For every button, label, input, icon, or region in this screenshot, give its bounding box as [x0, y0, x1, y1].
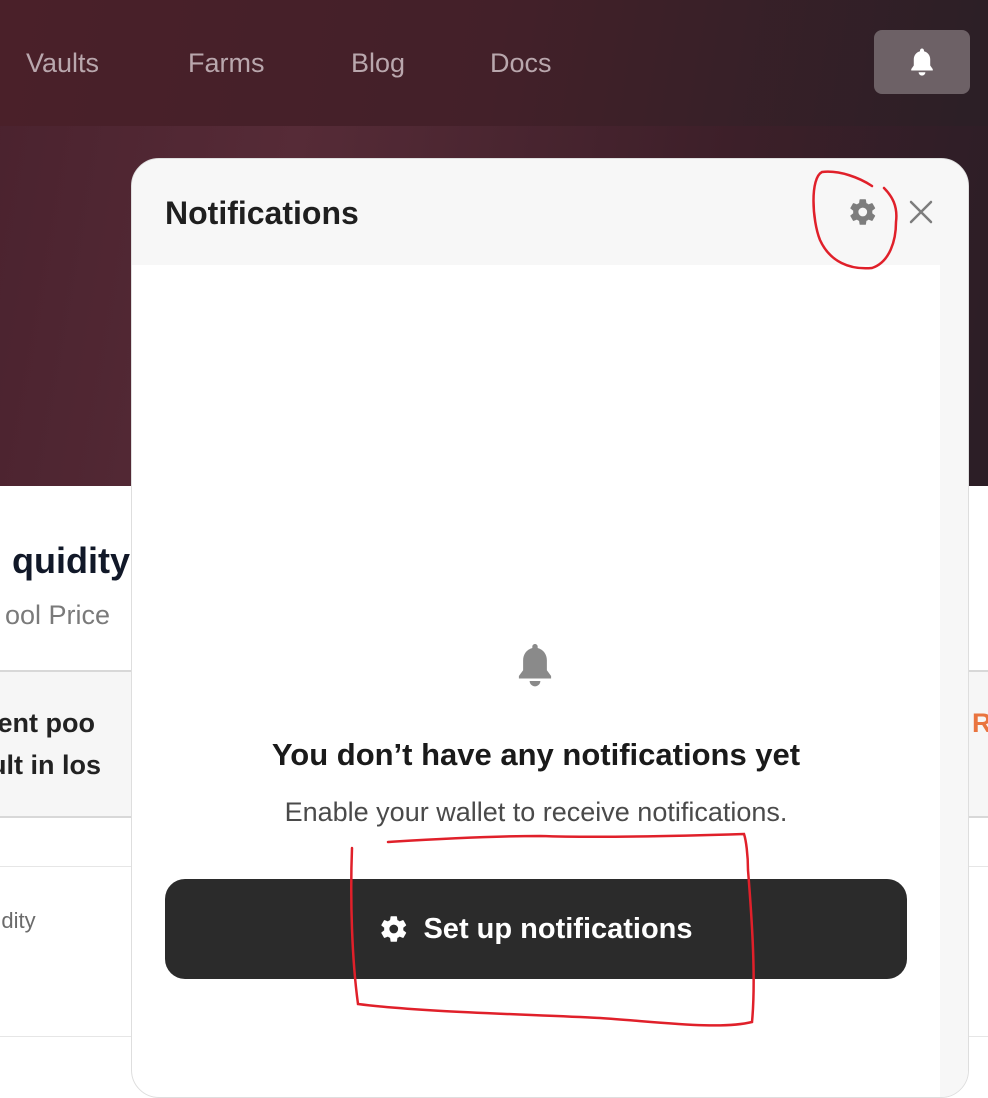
nav-link-vaults[interactable]: Vaults — [26, 46, 99, 80]
bell-icon — [518, 643, 552, 687]
section-title: quidity — [12, 540, 130, 581]
panel-header: Notifications — [132, 159, 968, 265]
empty-state-subtitle: Enable your wallet to receive notificati… — [284, 797, 788, 827]
nav-link-blog[interactable]: Blog — [351, 46, 405, 80]
bell-icon — [911, 48, 933, 76]
warning-text-line-2: esult in los — [0, 750, 102, 780]
empty-state-title: You don’t have any notifications yet — [271, 737, 801, 772]
panel-scrollbar-track[interactable] — [940, 265, 968, 1097]
notifications-panel: Notifications You don’t have any notific… — [131, 158, 969, 1098]
nav-link-docs[interactable]: Docs — [490, 46, 552, 80]
notifications-bell-button[interactable] — [874, 30, 970, 94]
stat-value: 0 — [0, 942, 132, 987]
warning-right-text: R — [972, 708, 988, 738]
panel-title: Notifications — [165, 195, 359, 231]
setup-notifications-label: Set up notifications — [423, 912, 693, 945]
warning-text-line-1: urrent poo — [0, 708, 95, 738]
gear-icon[interactable] — [848, 197, 878, 227]
nav-link-farms[interactable]: Farms — [188, 46, 265, 80]
setup-notifications-button[interactable]: Set up notifications — [165, 879, 907, 979]
section-subtitle: ool Price — [4, 600, 110, 630]
top-navigation-bar: Vaults Farms Blog Docs — [0, 0, 988, 126]
close-icon[interactable] — [906, 197, 936, 227]
stat-label: quidity — [0, 908, 36, 933]
gear-icon — [381, 916, 407, 942]
